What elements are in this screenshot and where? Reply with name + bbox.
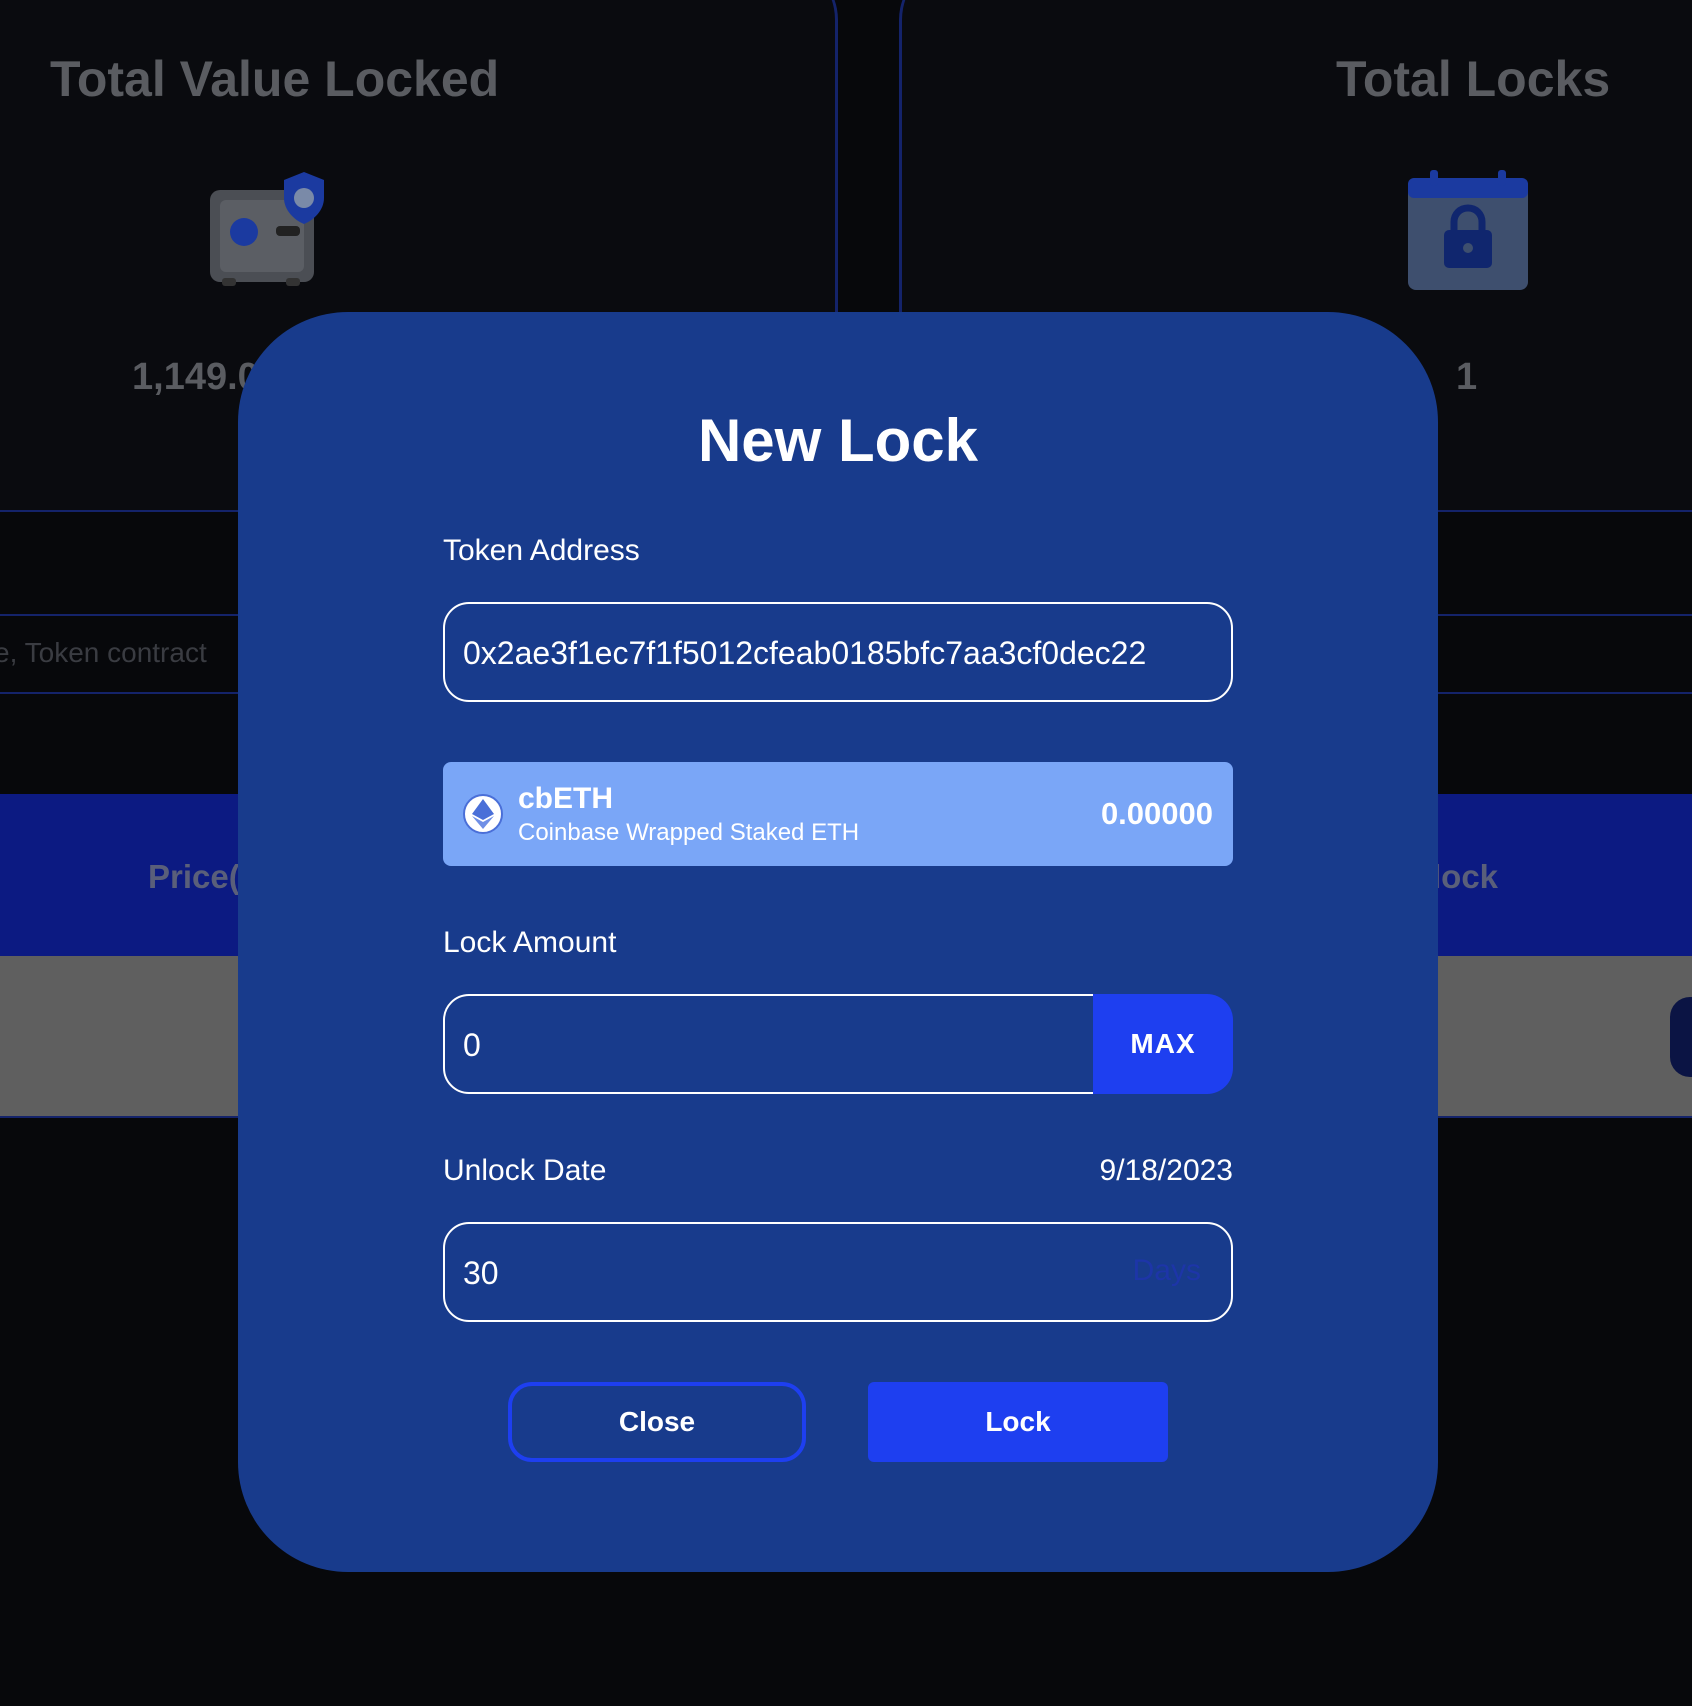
unlock-date-label: Unlock Date xyxy=(443,1154,607,1187)
total-locks-value: 1 xyxy=(1456,356,1478,398)
max-button[interactable]: MAX xyxy=(1093,994,1233,1094)
token-card[interactable]: cbETH Coinbase Wrapped Staked ETH 0.0000… xyxy=(443,762,1233,866)
row-action-button[interactable] xyxy=(1670,997,1692,1077)
token-name: Coinbase Wrapped Staked ETH xyxy=(518,819,860,846)
days-suffix: Days xyxy=(1132,1254,1201,1287)
unlock-days-value: 30 xyxy=(463,1255,499,1291)
column-header-price: Price( xyxy=(148,858,240,895)
lock-amount-value: 0 xyxy=(463,1027,481,1063)
safe-icon xyxy=(210,172,324,286)
search-input[interactable]: e, Token contract xyxy=(0,637,207,669)
new-lock-modal: New Lock Token Address 0x2ae3f1ec7f1f501… xyxy=(238,312,1438,1572)
tvl-title: Total Value Locked xyxy=(50,51,500,107)
unlock-days-input[interactable]: 30 Days xyxy=(443,1222,1233,1322)
modal-title: New Lock xyxy=(697,407,979,474)
lock-button[interactable]: Lock xyxy=(868,1382,1168,1462)
calendar-lock-icon xyxy=(1408,170,1528,290)
column-header-lock: lock xyxy=(1432,858,1499,895)
ethereum-icon xyxy=(463,794,503,834)
token-symbol: cbETH xyxy=(518,782,614,815)
token-address-input[interactable]: 0x2ae3f1ec7f1f5012cfeab0185bfc7aa3cf0dec… xyxy=(443,602,1233,702)
token-address-label: Token Address xyxy=(443,534,640,567)
total-locks-title: Total Locks xyxy=(1336,51,1611,107)
close-button[interactable]: Close xyxy=(508,1382,806,1462)
tvl-value: 1,149.0 xyxy=(132,356,259,398)
unlock-date-value: 9/18/2023 xyxy=(1099,1154,1233,1187)
token-address-value: 0x2ae3f1ec7f1f5012cfeab0185bfc7aa3cf0dec… xyxy=(463,635,1147,671)
lock-amount-input[interactable]: 0 xyxy=(443,994,1123,1094)
lock-amount-label: Lock Amount xyxy=(443,926,617,959)
token-balance: 0.00000 xyxy=(1100,796,1213,831)
